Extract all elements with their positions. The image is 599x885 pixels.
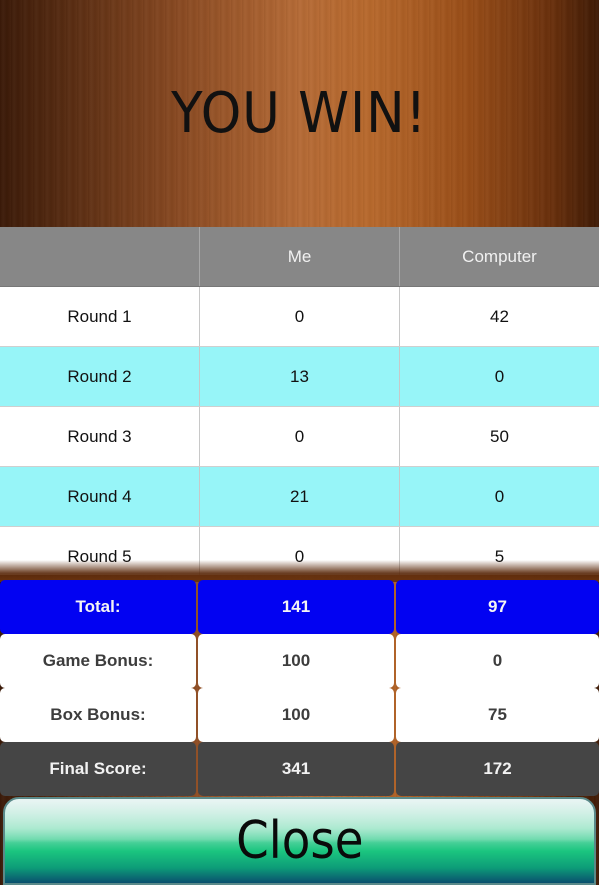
round-label: Round 1: [0, 287, 200, 346]
summary-table: Total: 141 97 Game Bonus: 100 0 Box Bonu…: [0, 580, 599, 796]
result-header: YOU WIN!: [0, 0, 599, 227]
total-computer: 97: [396, 580, 599, 634]
total-label: Total:: [0, 580, 196, 634]
box-bonus-label: Box Bonus:: [0, 688, 196, 742]
column-header-label: [0, 227, 200, 286]
round-score-computer: 42: [490, 306, 509, 326]
final-score-label: Final Score:: [0, 742, 196, 796]
close-button[interactable]: Close: [3, 797, 596, 885]
result-title: YOU WIN!: [171, 81, 428, 146]
game-bonus-computer: 0: [396, 634, 599, 688]
game-bonus-label: Game Bonus:: [0, 634, 196, 688]
column-header-computer: Computer: [462, 246, 537, 266]
table-header-row: Me Computer: [0, 227, 599, 287]
round-score-me: 0: [200, 407, 400, 466]
round-score-computer: 0: [494, 486, 505, 506]
box-bonus-row: Box Bonus: 100 75: [0, 688, 599, 742]
round-score-me: 13: [200, 347, 400, 406]
round-score-computer: 0: [494, 366, 505, 386]
round-score-me: 21: [200, 467, 400, 526]
table-row: Round 3 0 50: [0, 407, 599, 467]
round-label: Round 2: [0, 347, 200, 406]
final-score-row: Final Score: 341 172: [0, 742, 599, 796]
table-row: Round 1 0 42: [0, 287, 599, 347]
final-score-computer: 172: [396, 742, 599, 796]
column-header-me: Me: [200, 227, 400, 286]
round-score-computer: 50: [490, 426, 509, 446]
table-row: Round 2 13 0: [0, 347, 599, 407]
round-label: Round 4: [0, 467, 200, 526]
game-bonus-me: 100: [198, 634, 394, 688]
close-button-label: Close: [235, 811, 364, 871]
final-score-me: 341: [198, 742, 394, 796]
total-row: Total: 141 97: [0, 580, 599, 634]
game-bonus-row: Game Bonus: 100 0: [0, 634, 599, 688]
round-score-me: 0: [200, 287, 400, 346]
box-bonus-me: 100: [198, 688, 394, 742]
scroll-fade-edge: [0, 560, 599, 582]
round-label: Round 3: [0, 407, 200, 466]
rounds-table[interactable]: Me Computer Round 1 0 42 Round 2 13 0 Ro…: [0, 227, 599, 575]
table-row: Round 4 21 0: [0, 467, 599, 527]
total-me: 141: [198, 580, 394, 634]
box-bonus-computer: 75: [396, 688, 599, 742]
